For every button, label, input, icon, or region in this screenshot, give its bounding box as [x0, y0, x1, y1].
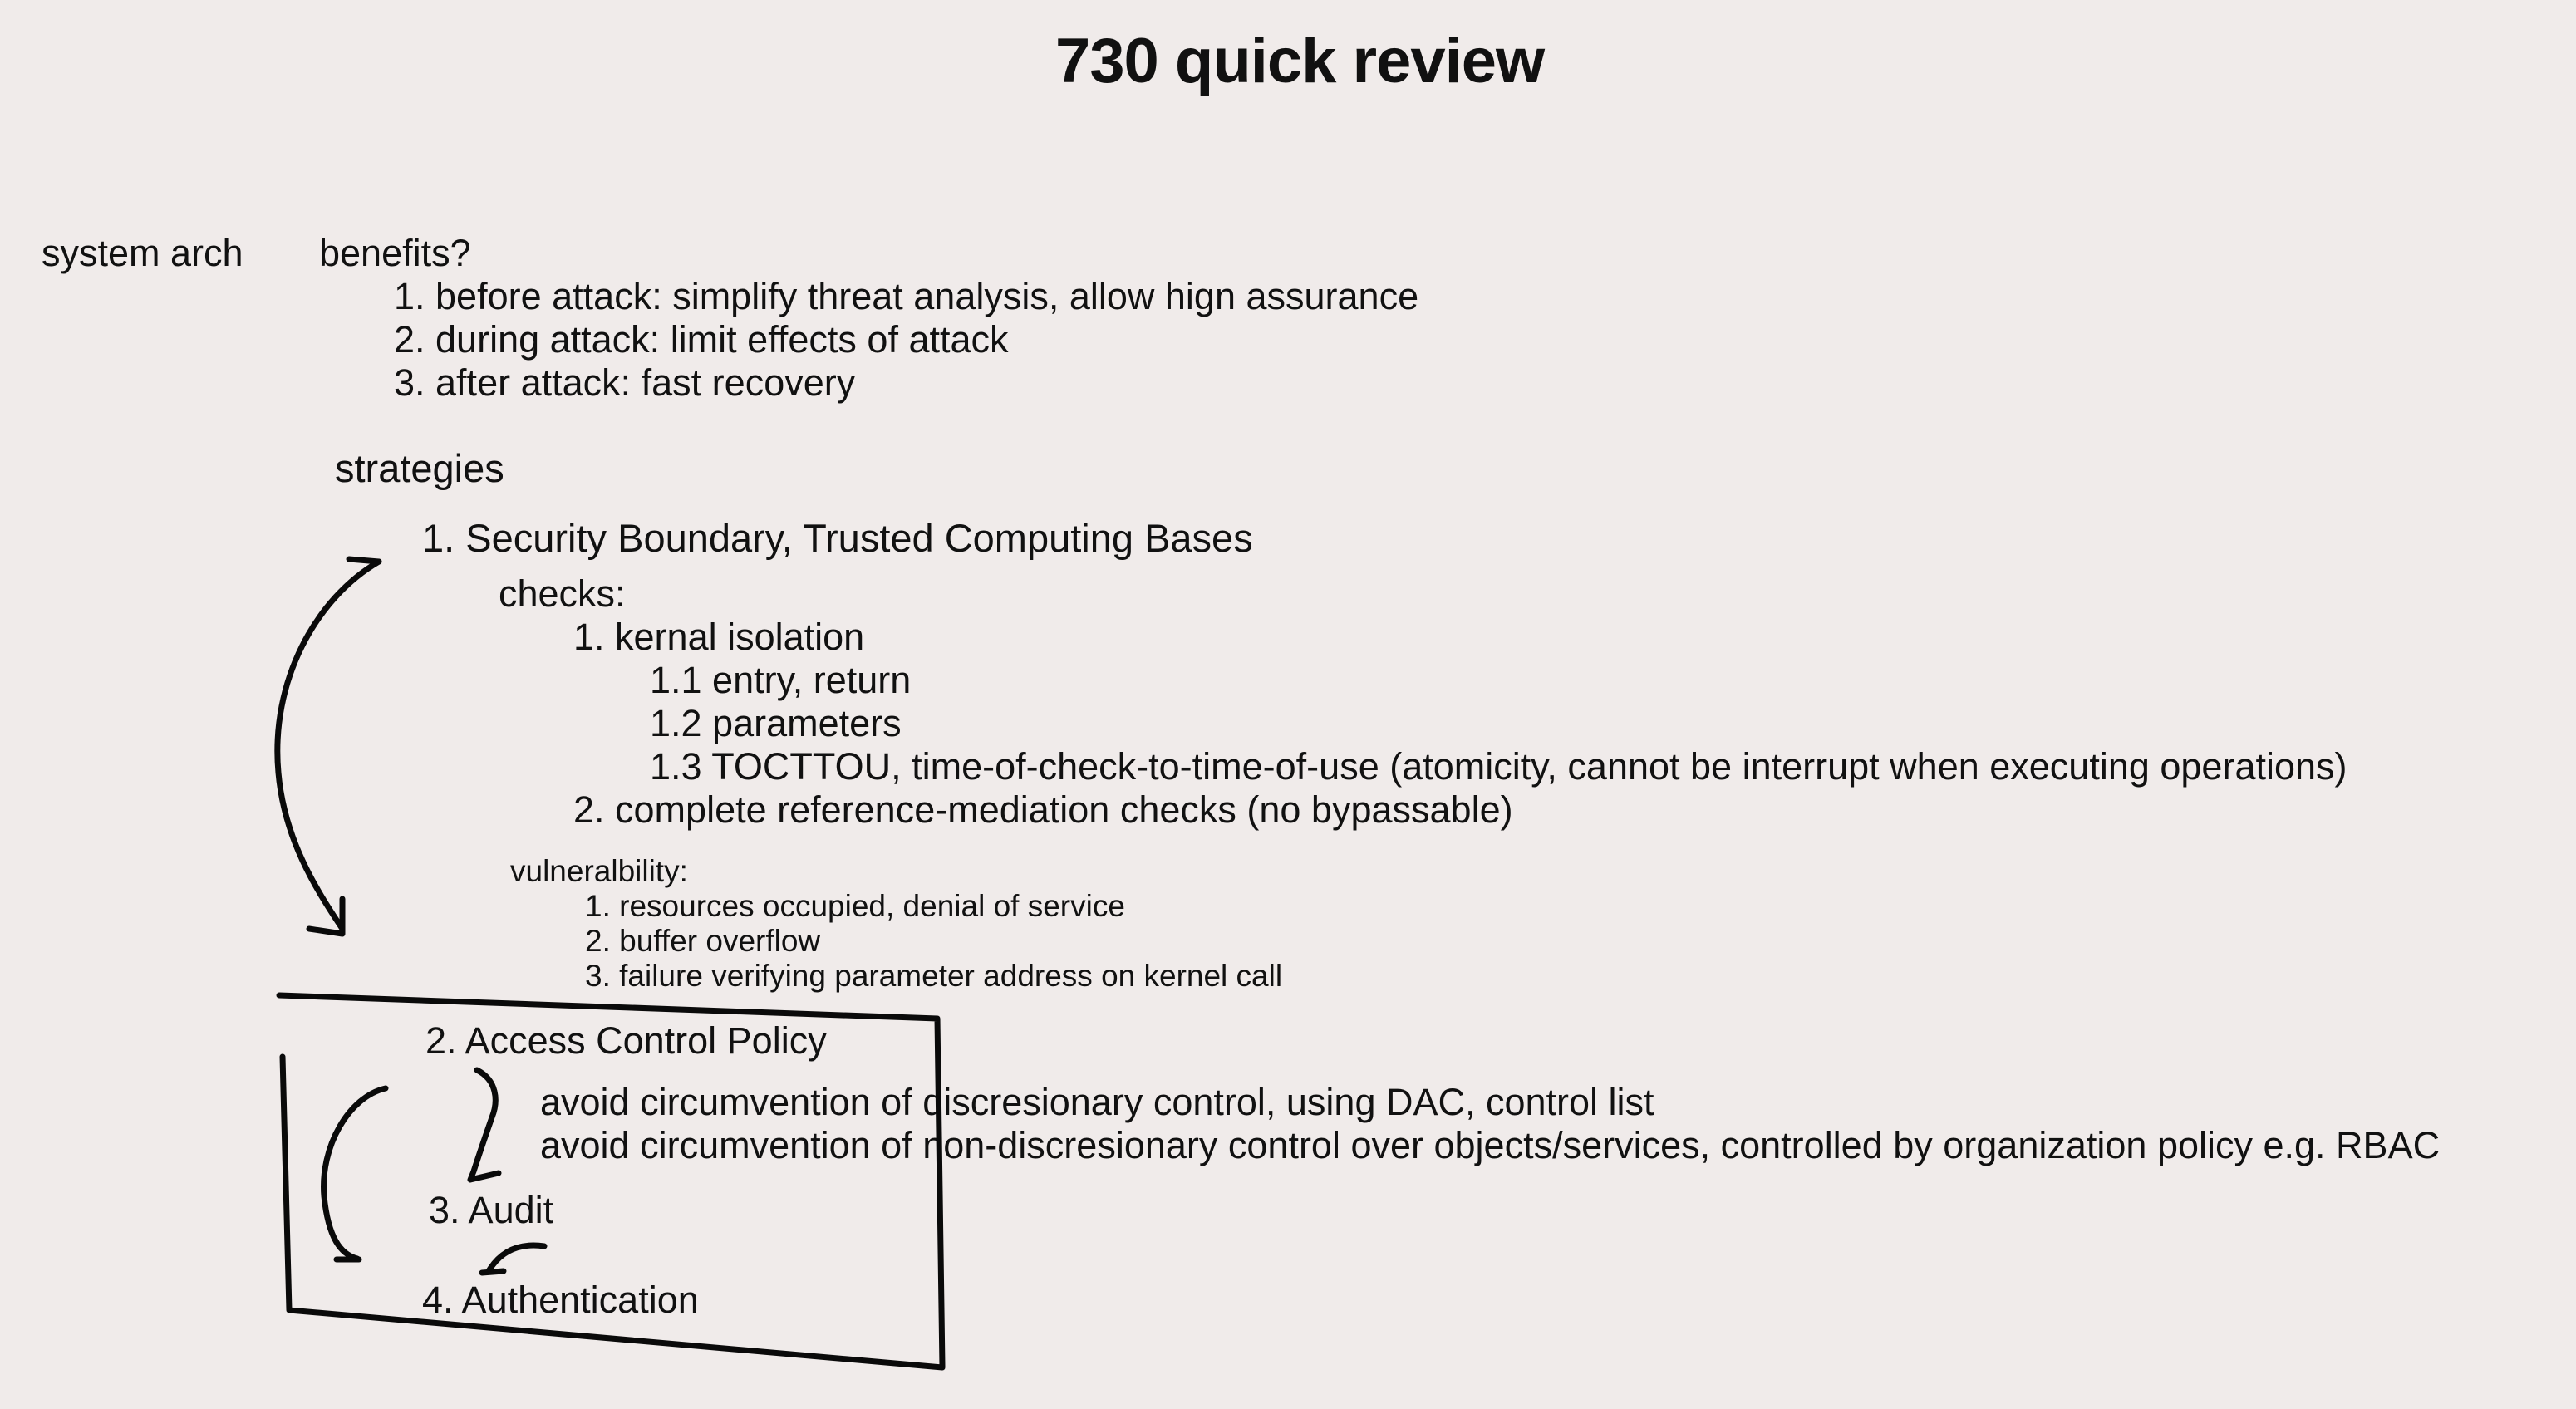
benefit-item-3: 3. after attack: fast recovery — [394, 361, 856, 404]
check-1: 1. kernal isolation — [573, 616, 865, 658]
vulnerability-item-3: 3. failure verifying parameter address o… — [585, 959, 1283, 993]
benefit-item-1: 1. before attack: simplify threat analys… — [394, 275, 1419, 317]
benefit-item-2: 2. during attack: limit effects of attac… — [394, 318, 1009, 361]
strategy-2-label: 2. Access Control Policy — [425, 1019, 827, 1062]
strategy-3-label: 3. Audit — [429, 1189, 554, 1231]
page-title: 730 quick review — [1055, 26, 1545, 96]
checks-heading: checks: — [499, 572, 626, 615]
benefits-heading: benefits? — [319, 232, 471, 274]
strategy-1-label: 1. Security Boundary, Trusted Computing … — [422, 516, 1253, 560]
strategy-4-label: 4. Authentication — [422, 1279, 699, 1321]
vulnerability-item-1: 1. resources occupied, denial of service — [585, 889, 1125, 923]
small-arrow-tail-ink — [479, 1268, 507, 1276]
check-2: 2. complete reference-mediation checks (… — [573, 788, 1513, 831]
vulnerability-heading: vulneralbility: — [510, 854, 688, 888]
check-1-sub-3: 1.3 TOCTTOU, time-of-check-to-time-of-us… — [650, 745, 2347, 788]
access-control-note-1: avoid circumvention of discresionary con… — [540, 1081, 1654, 1123]
access-control-note-2: avoid circumvention of non-discresionary… — [540, 1124, 2441, 1166]
arrow-tail-ink — [346, 556, 382, 565]
check-1-sub-1: 1.1 entry, return — [650, 659, 912, 701]
section-label: system arch — [42, 232, 243, 274]
strategies-heading: strategies — [335, 446, 504, 490]
curved-arrow-ink — [274, 558, 382, 932]
left-bracket-ink — [321, 1085, 389, 1262]
small-arrow-ink — [485, 1242, 548, 1274]
brace-ink — [467, 1067, 502, 1183]
handwritten-annotations — [274, 556, 946, 1371]
check-1-sub-2: 1.2 parameters — [650, 702, 902, 744]
arrowhead-ink — [306, 896, 346, 937]
vulnerability-item-2: 2. buffer overflow — [585, 924, 821, 958]
